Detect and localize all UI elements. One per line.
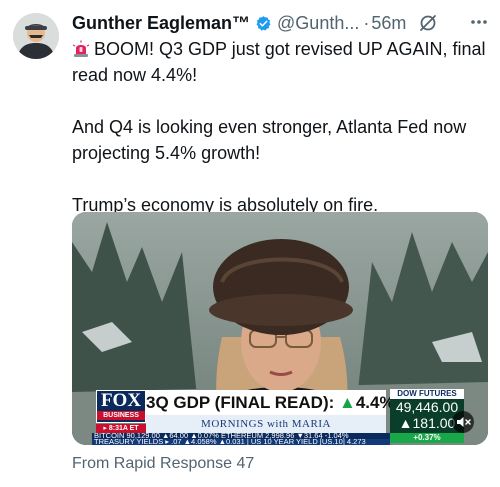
user-handle[interactable]: @Gunth... (277, 13, 359, 34)
avatar[interactable] (13, 13, 59, 59)
news-chyron: FOX BUSINESS ▸ 8:31A ET 3Q GDP (FINAL RE… (72, 389, 488, 445)
verified-badge-icon (255, 15, 272, 32)
time-separator: · (363, 12, 370, 33)
market-ticker: BITCOIN 90,129.00 ▲64.00 ▲0.07% ETHEREUM… (92, 433, 390, 445)
dow-percent: +0.37% (390, 433, 464, 443)
broadcast-time: ▸ 8:31A ET (96, 424, 146, 433)
speaker-muted-icon (457, 417, 471, 427)
headline-value: 4.4% (355, 393, 395, 412)
fox-business-logo: FOX BUSINESS (96, 390, 146, 423)
grok-icon[interactable] (418, 13, 438, 33)
fox-logo-text: FOX (100, 390, 142, 411)
video-media[interactable]: FOX BUSINESS ▸ 8:31A ET 3Q GDP (FINAL RE… (72, 212, 488, 445)
display-name[interactable]: Gunther Eagleman™ (72, 13, 250, 34)
mute-button[interactable] (452, 411, 474, 433)
headline-prefix: 3Q GDP (FINAL READ): (146, 393, 339, 412)
media-source-label[interactable]: From Rapid Response 47 (72, 455, 254, 473)
tweet-header: Gunther Eagleman™ @Gunth... · 56m (72, 10, 492, 36)
dow-title: DOW FUTURES (390, 389, 464, 399)
tweet-line-1: BOOM! Q3 GDP just got revised UP AGAIN, … (72, 39, 486, 85)
up-arrow-icon: ▲ (339, 393, 356, 412)
police-light-emoji-icon (72, 39, 90, 57)
fox-logo-sub: BUSINESS (97, 411, 145, 420)
tweet-card[interactable]: Gunther Eagleman™ @Gunth... · 56m BOOM! … (0, 0, 500, 487)
show-name: MORNINGS with MARIA (146, 415, 386, 433)
ticker-row-2: TREASURY YIELDS ▸ .07 ▲4.058% ▲0.031 | U… (92, 438, 390, 445)
more-options-icon[interactable] (468, 11, 490, 33)
timestamp[interactable]: 56m (371, 13, 406, 34)
tweet-paragraph-1: BOOM! Q3 GDP just got revised UP AGAIN, … (72, 36, 492, 88)
chyron-headline: 3Q GDP (FINAL READ): ▲4.4% (146, 390, 395, 415)
tweet-paragraph-2: And Q4 is looking even stronger, Atlanta… (72, 117, 467, 163)
